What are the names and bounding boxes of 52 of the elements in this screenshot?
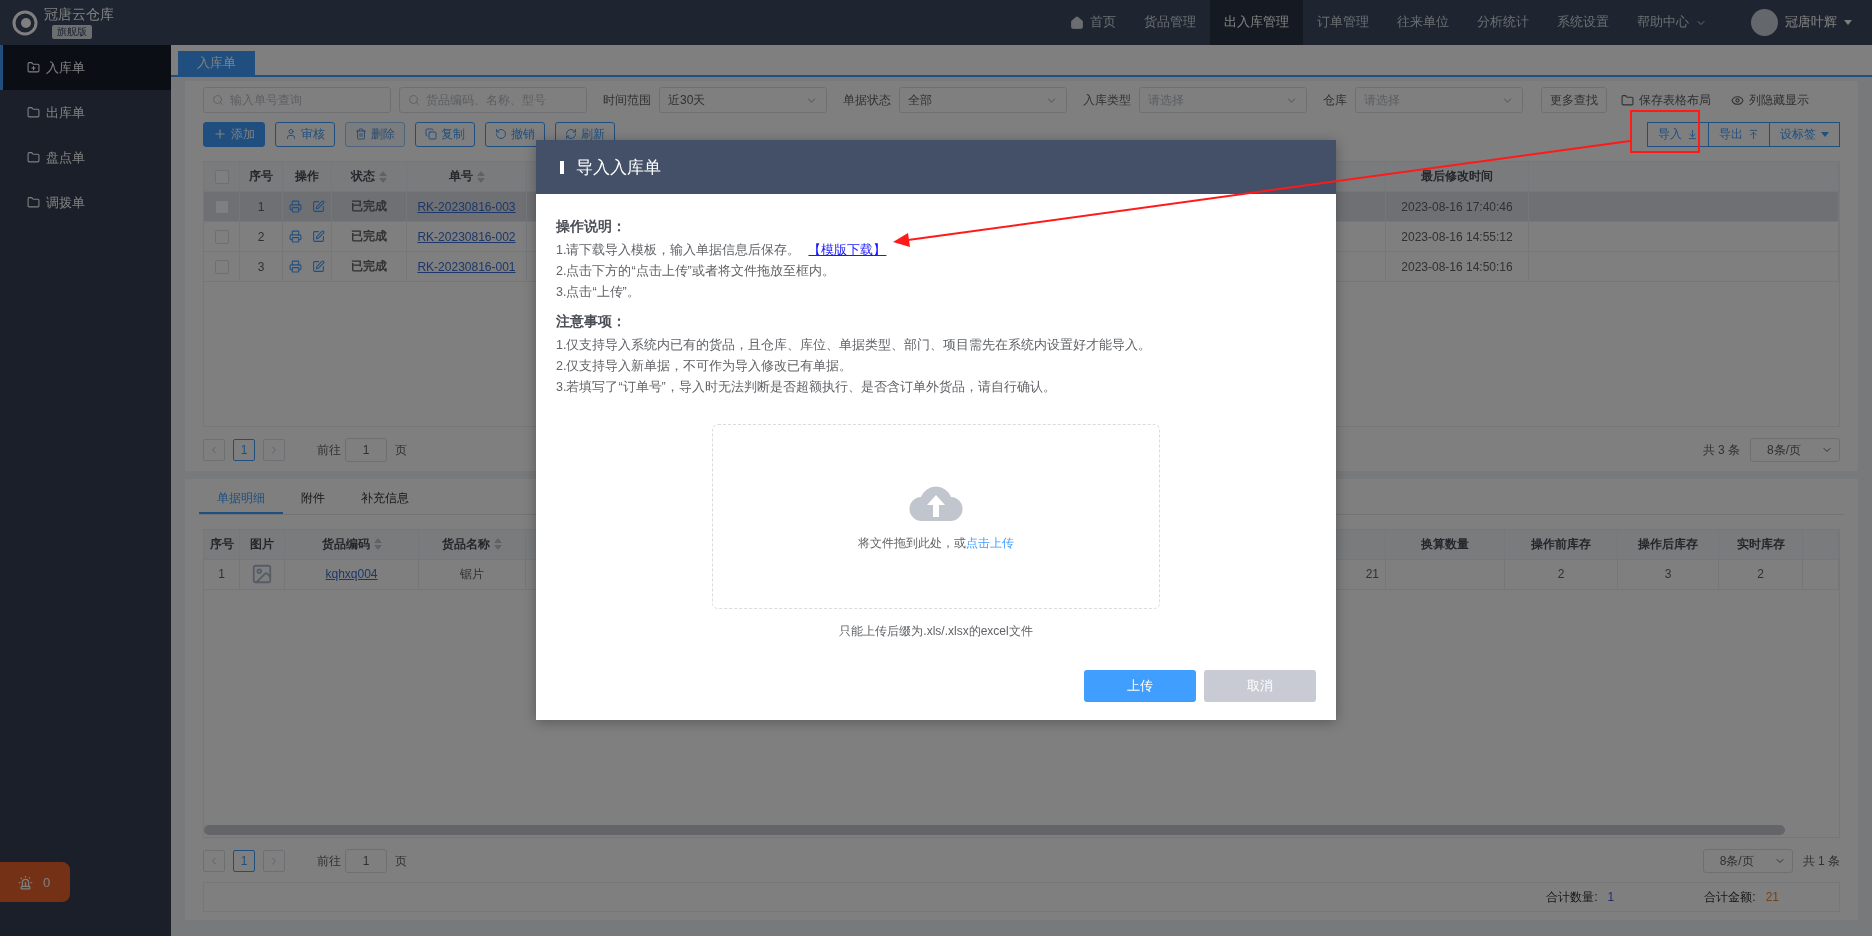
dropzone-text: 将文件拖到此处，或点击上传 xyxy=(858,535,1014,552)
filter-label: 入库类型 xyxy=(1083,91,1131,109)
page-suffix: 页 xyxy=(395,852,407,870)
instruction-line: 3.点击“上传”。 xyxy=(556,284,641,301)
total-summary: 合计金额: 21 xyxy=(1704,888,1779,906)
column-header: 单号 xyxy=(407,162,527,191)
status-text: 已完成 xyxy=(351,258,387,275)
status-text: 已完成 xyxy=(351,198,387,215)
total-count: 共 3 条 xyxy=(1702,441,1740,459)
column-header: 最后修改时间 xyxy=(1386,162,1529,191)
table-cell: 2 xyxy=(240,222,283,251)
goto-label: 前往 xyxy=(317,852,341,870)
column-header: 货品编码 xyxy=(285,529,419,559)
page-suffix: 页 xyxy=(395,441,407,459)
brand-name: 冠唐云仓库 xyxy=(44,6,114,24)
column-header: 实时库存 xyxy=(1719,529,1803,559)
column-header: 状态 xyxy=(332,162,407,191)
instruction-line: 1.仅支持导入系统内已有的货品，且仓库、库位、单据类型、部门、项目需先在系统内设置好才能导入。 xyxy=(556,337,1153,354)
filter-label: 仓库 xyxy=(1323,91,1347,109)
section-heading: 注意事项： xyxy=(556,312,627,331)
column-header: 操作后库存 xyxy=(1618,529,1719,559)
total-count: 共 1 条 xyxy=(1802,852,1840,870)
instruction-line: 1.请下载导入模板，输入单据信息后保存。 【模版下载】 xyxy=(556,242,888,259)
section-heading: 操作说明： xyxy=(556,217,627,236)
column-header: 操作前库存 xyxy=(1505,529,1618,559)
table-cell: 3 xyxy=(1618,559,1719,589)
goto-label: 前往 xyxy=(317,441,341,459)
table-cell: 2023-08-16 14:55:12 xyxy=(1386,222,1529,251)
table-cell: 1 xyxy=(204,559,240,589)
table-cell: 1 xyxy=(240,192,283,221)
edition-badge: 旗舰版 xyxy=(52,25,92,39)
table-cell: 2 xyxy=(1719,559,1803,589)
instruction-line: 2.仅支持导入新单据，不可作为导入修改已有单据。 xyxy=(556,358,854,375)
filter-label: 时间范围 xyxy=(603,91,651,109)
column-header: 图片 xyxy=(240,529,285,559)
status-text: 已完成 xyxy=(351,228,387,245)
table-cell: 2023-08-16 17:40:46 xyxy=(1386,192,1529,221)
instruction-line: 3.若填写了“订单号”，导入时无法判断是否超额执行、是否含订单外货品，请自行确认。 xyxy=(556,379,1057,396)
column-header: 序号 xyxy=(204,529,240,559)
column-header: 序号 xyxy=(240,162,283,191)
instruction-line: 2.点击下方的“点击上传”或者将文件拖放至框内。 xyxy=(556,263,836,280)
column-header: 货品名称 xyxy=(419,529,526,559)
dialog-title: 导入入库单 xyxy=(576,156,661,179)
table-cell: 3 xyxy=(240,252,283,281)
total-summary: 合计数量: 1 xyxy=(1546,888,1615,906)
file-type-hint: 只能上传后缀为.xls/.xlsx的excel文件 xyxy=(839,623,1033,640)
column-header: 换算数量 xyxy=(1386,529,1505,559)
filter-label: 单据状态 xyxy=(843,91,891,109)
table-cell: 锯片 xyxy=(419,559,526,589)
column-header: 操作 xyxy=(283,162,332,191)
table-cell: 2 xyxy=(1505,559,1618,589)
table-cell: 2023-08-16 14:50:16 xyxy=(1386,252,1529,281)
